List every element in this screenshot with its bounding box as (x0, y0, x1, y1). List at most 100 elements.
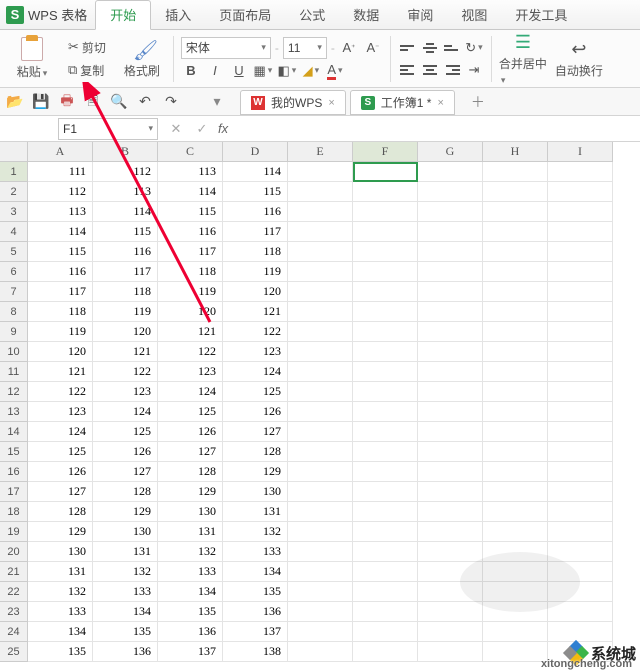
cell-I4[interactable] (548, 222, 613, 242)
cell-C5[interactable]: 117 (158, 242, 223, 262)
row-header-25[interactable]: 25 (0, 642, 28, 662)
cell-B4[interactable]: 115 (93, 222, 158, 242)
cell-I14[interactable] (548, 422, 613, 442)
cut-button[interactable]: ✂剪切 (64, 37, 110, 58)
cell-F16[interactable] (353, 462, 418, 482)
cell-E4[interactable] (288, 222, 353, 242)
cell-H13[interactable] (483, 402, 548, 422)
row-header-18[interactable]: 18 (0, 502, 28, 522)
cell-E10[interactable] (288, 342, 353, 362)
cell-B18[interactable]: 129 (93, 502, 158, 522)
cell-E14[interactable] (288, 422, 353, 442)
cell-I24[interactable] (548, 622, 613, 642)
row-header-7[interactable]: 7 (0, 282, 28, 302)
fill-color-button[interactable]: ◢▾ (301, 61, 321, 81)
cell-F2[interactable] (353, 182, 418, 202)
close-tab-button[interactable]: × (437, 97, 443, 109)
cell-G7[interactable] (418, 282, 483, 302)
cell-E18[interactable] (288, 502, 353, 522)
new-tab-button[interactable]: ＋ (469, 93, 487, 111)
redo-button[interactable]: ↷ (162, 93, 180, 111)
row-header-11[interactable]: 11 (0, 362, 28, 382)
column-header-F[interactable]: F (353, 142, 418, 162)
chevron-down-icon[interactable]: ▾ (208, 93, 226, 111)
row-header-12[interactable]: 12 (0, 382, 28, 402)
cell-B19[interactable]: 130 (93, 522, 158, 542)
cell-F25[interactable] (353, 642, 418, 662)
cell-B5[interactable]: 116 (93, 242, 158, 262)
cell-C3[interactable]: 115 (158, 202, 223, 222)
cell-B7[interactable]: 118 (93, 282, 158, 302)
cell-I19[interactable] (548, 522, 613, 542)
cell-C14[interactable]: 126 (158, 422, 223, 442)
cell-E5[interactable] (288, 242, 353, 262)
preview-button[interactable]: 🔍 (110, 93, 128, 111)
ribbon-tab-2[interactable]: 页面布局 (205, 1, 285, 29)
save-button[interactable]: 💾 (32, 93, 50, 111)
cell-D4[interactable]: 117 (223, 222, 288, 242)
row-header-2[interactable]: 2 (0, 182, 28, 202)
cell-D22[interactable]: 135 (223, 582, 288, 602)
open-button[interactable]: 📂 (6, 93, 24, 111)
ribbon-tab-3[interactable]: 公式 (285, 1, 339, 29)
cell-C11[interactable]: 123 (158, 362, 223, 382)
cell-E24[interactable] (288, 622, 353, 642)
row-header-3[interactable]: 3 (0, 202, 28, 222)
cell-H24[interactable] (483, 622, 548, 642)
cell-D13[interactable]: 126 (223, 402, 288, 422)
cell-C10[interactable]: 122 (158, 342, 223, 362)
cell-I18[interactable] (548, 502, 613, 522)
cell-D18[interactable]: 131 (223, 502, 288, 522)
cell-D20[interactable]: 133 (223, 542, 288, 562)
cell-D12[interactable]: 125 (223, 382, 288, 402)
cell-B8[interactable]: 119 (93, 302, 158, 322)
column-header-C[interactable]: C (158, 142, 223, 162)
cell-H8[interactable] (483, 302, 548, 322)
row-header-8[interactable]: 8 (0, 302, 28, 322)
row-header-20[interactable]: 20 (0, 542, 28, 562)
row-header-14[interactable]: 14 (0, 422, 28, 442)
cell-B1[interactable]: 112 (93, 162, 158, 182)
cell-B14[interactable]: 125 (93, 422, 158, 442)
cell-A15[interactable]: 125 (28, 442, 93, 462)
cell-C24[interactable]: 136 (158, 622, 223, 642)
wrap-text-button[interactable]: ↩ 自动换行 (555, 33, 603, 85)
cell-D11[interactable]: 124 (223, 362, 288, 382)
cell-F9[interactable] (353, 322, 418, 342)
cell-A13[interactable]: 123 (28, 402, 93, 422)
cell-B13[interactable]: 124 (93, 402, 158, 422)
cell-G14[interactable] (418, 422, 483, 442)
cell-G5[interactable] (418, 242, 483, 262)
cell-A21[interactable]: 131 (28, 562, 93, 582)
cell-G24[interactable] (418, 622, 483, 642)
cell-B17[interactable]: 128 (93, 482, 158, 502)
ribbon-tab-1[interactable]: 插入 (151, 1, 205, 29)
cell-G17[interactable] (418, 482, 483, 502)
cell-D15[interactable]: 128 (223, 442, 288, 462)
cell-F17[interactable] (353, 482, 418, 502)
cell-E15[interactable] (288, 442, 353, 462)
cell-F1[interactable] (353, 162, 418, 182)
cell-A24[interactable]: 134 (28, 622, 93, 642)
cell-I12[interactable] (548, 382, 613, 402)
cell-E17[interactable] (288, 482, 353, 502)
cell-B9[interactable]: 120 (93, 322, 158, 342)
cell-F13[interactable] (353, 402, 418, 422)
cell-I8[interactable] (548, 302, 613, 322)
align-bottom-button[interactable] (442, 38, 462, 58)
cell-B3[interactable]: 114 (93, 202, 158, 222)
cell-I13[interactable] (548, 402, 613, 422)
row-header-16[interactable]: 16 (0, 462, 28, 482)
row-header-17[interactable]: 17 (0, 482, 28, 502)
close-tab-button[interactable]: × (328, 97, 334, 109)
document-tab-1[interactable]: S工作簿1 *× (350, 90, 455, 115)
cell-C15[interactable]: 127 (158, 442, 223, 462)
cell-D8[interactable]: 121 (223, 302, 288, 322)
column-header-B[interactable]: B (93, 142, 158, 162)
cell-A11[interactable]: 121 (28, 362, 93, 382)
cell-D1[interactable]: 114 (223, 162, 288, 182)
cell-E19[interactable] (288, 522, 353, 542)
paste-button[interactable]: 粘贴▾ (8, 33, 56, 85)
cell-I1[interactable] (548, 162, 613, 182)
cell-C4[interactable]: 116 (158, 222, 223, 242)
